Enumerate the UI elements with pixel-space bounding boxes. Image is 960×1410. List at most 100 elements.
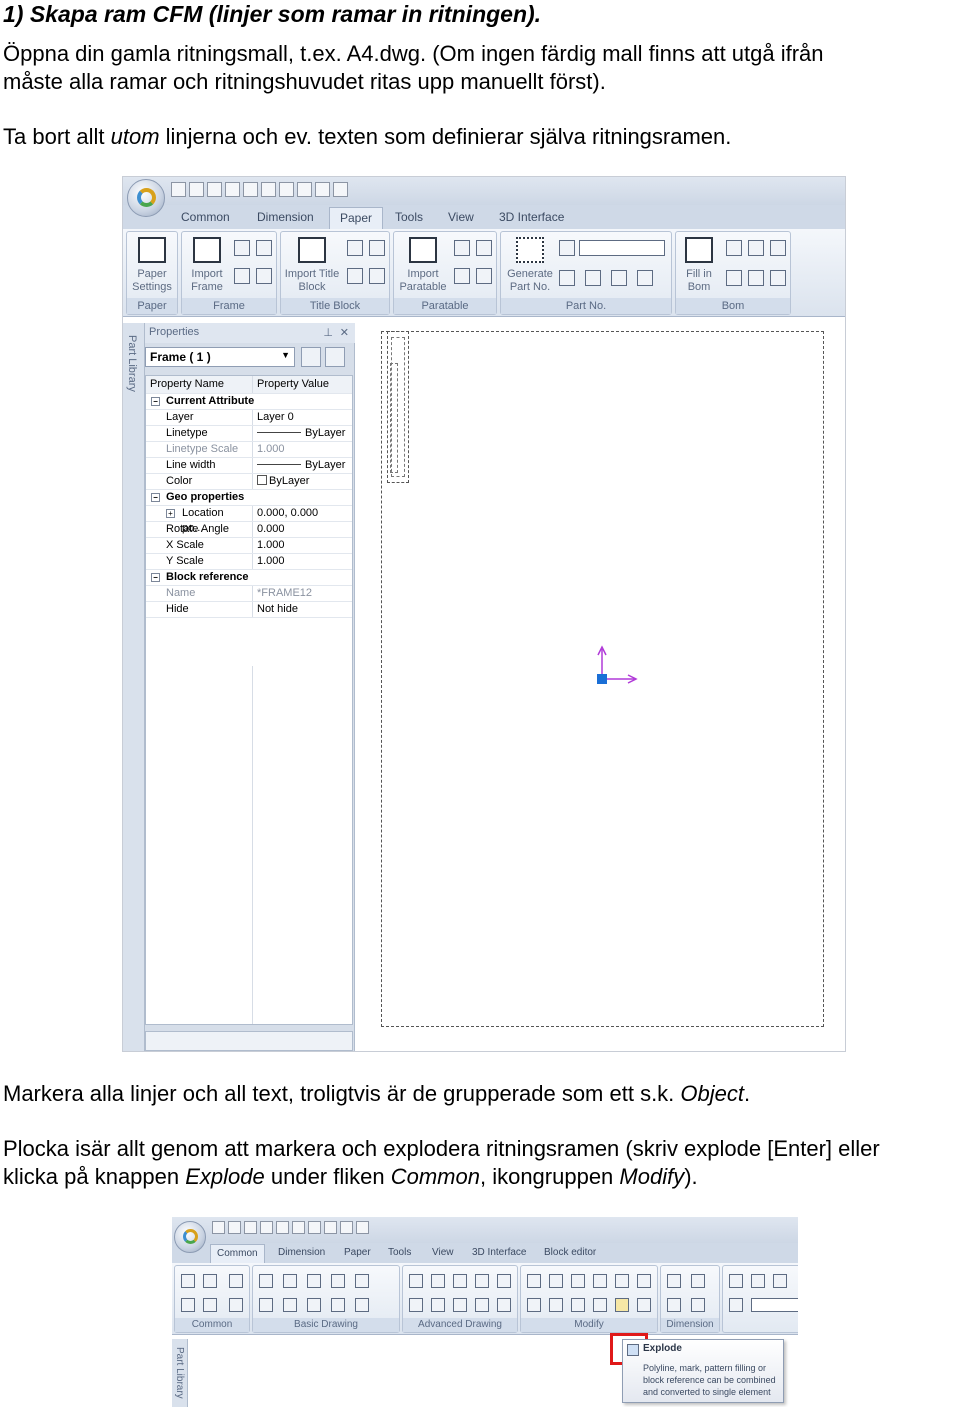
ellipse-icon[interactable] [453,1274,467,1288]
text-icon[interactable] [259,1298,273,1312]
copy-icon[interactable] [181,1274,195,1288]
collapse-icon[interactable]: − [151,397,160,406]
rectangle-icon[interactable] [355,1274,369,1288]
property-row[interactable]: Linetype Scale 1.000 [146,442,352,458]
offset-icon[interactable] [615,1274,629,1288]
property-row[interactable]: + Location po... 0.000, 0.000 [146,506,352,534]
circle-icon[interactable] [307,1274,321,1288]
point-icon[interactable] [355,1298,369,1312]
collapse-icon[interactable]: − [151,493,160,502]
zoom-icon[interactable] [181,1298,195,1312]
new-from-template-icon[interactable] [189,182,204,197]
bom-icon-4[interactable] [726,270,742,286]
save-icon[interactable] [243,182,258,197]
print-icon[interactable] [308,1221,321,1234]
frame-pencil-icon[interactable] [234,268,250,284]
dimension-style-icon[interactable] [691,1274,705,1288]
new-icon[interactable] [212,1221,225,1234]
open-icon[interactable] [225,182,240,197]
line-icon[interactable] [259,1274,273,1288]
part-library-sidebar[interactable]: Part Library [123,323,145,1051]
hatch-icon[interactable] [307,1298,321,1312]
open-icon[interactable] [260,1221,273,1234]
title-block-fill-icon[interactable] [347,268,363,284]
tangent-icon[interactable] [497,1274,511,1288]
generate-part-no-button[interactable]: Generate Part No. [503,235,557,294]
publish-icon[interactable] [292,1221,305,1234]
customize-icon[interactable] [333,182,348,197]
break-line-icon[interactable] [453,1298,467,1312]
section-geo-properties[interactable]: − Geo properties [146,490,352,506]
title-block-text-icon[interactable] [369,240,385,256]
pin-icon[interactable]: ⊥ [323,326,333,339]
bom-icon-1[interactable] [726,240,742,256]
horizontal-scrollbar[interactable] [145,1031,353,1051]
scale-icon[interactable] [593,1298,607,1312]
tab-common[interactable]: Common [210,1244,265,1263]
property-row[interactable]: Rotate Angle 0.000 [146,522,352,538]
erase-icon[interactable] [527,1274,541,1288]
layer-manager-icon[interactable] [729,1274,743,1288]
tab-view[interactable]: View [432,1247,454,1258]
title-block-table-icon[interactable] [369,268,385,284]
part-no-icon-4[interactable] [637,270,653,286]
block-icon[interactable] [331,1298,345,1312]
arrow-icon[interactable] [475,1298,489,1312]
trim-icon[interactable] [527,1298,541,1312]
import-title-block-button[interactable]: Import Title Block [283,235,341,294]
title-block-text-outline[interactable] [390,363,398,473]
tab-3d-interface[interactable]: 3D Interface [499,210,564,224]
pan-icon[interactable] [203,1298,217,1312]
stretch-icon[interactable] [637,1298,651,1312]
expand-icon[interactable]: + [166,509,175,518]
paratable-edit-icon[interactable] [454,240,470,256]
properties-icon[interactable] [229,1298,243,1312]
property-row[interactable]: Y Scale 1.000 [146,554,352,570]
break-icon[interactable] [571,1298,585,1312]
drawing-canvas[interactable] [357,323,845,1051]
property-row[interactable]: Color ByLayer [146,474,352,490]
bom-icon-6[interactable] [770,270,786,286]
match-icon[interactable] [229,1274,243,1288]
tab-block-editor[interactable]: Block editor [544,1247,596,1258]
dimension-edit-icon[interactable] [691,1298,705,1312]
property-row[interactable]: Hide Not hide [146,602,352,618]
import-paratable-button[interactable]: Import Paratable [396,235,450,294]
save-as-icon[interactable] [244,1221,257,1234]
application-button[interactable] [127,179,165,217]
select-objects-icon[interactable] [325,347,345,367]
bom-icon-3[interactable] [770,240,786,256]
sun-icon[interactable] [773,1274,787,1288]
arc-icon[interactable] [331,1274,345,1288]
new-from-template-icon[interactable] [228,1221,241,1234]
frame-edit-icon[interactable] [234,240,250,256]
tab-tools[interactable]: Tools [388,1247,411,1258]
spline-icon[interactable] [409,1274,423,1288]
linear-dimension-icon[interactable] [667,1274,681,1288]
paper-settings-button[interactable]: Paper Settings [129,235,175,294]
part-library-sidebar[interactable]: Part Library [172,1339,188,1407]
parallel-line-icon[interactable] [283,1274,297,1288]
property-row[interactable]: X Scale 1.000 [146,538,352,554]
property-row[interactable]: Linetype ByLayer [146,426,352,442]
redo-icon[interactable] [315,182,330,197]
redo-icon[interactable] [340,1221,353,1234]
close-icon[interactable]: ✕ [340,326,349,339]
part-no-icon-3[interactable] [611,270,627,286]
property-row[interactable]: Line width ByLayer [146,458,352,474]
undo-icon[interactable] [324,1221,337,1234]
rotate-icon[interactable] [571,1274,585,1288]
collapse-icon[interactable]: − [151,573,160,582]
paratable-table-icon[interactable] [476,268,492,284]
undo-icon[interactable] [297,182,312,197]
section-current-attribute[interactable]: − Current Attribute [146,394,352,410]
linetype-dropdown[interactable] [751,1298,798,1312]
centerline-icon[interactable] [283,1298,297,1312]
property-row[interactable]: Name *FRAME12 [146,586,352,602]
customize-icon[interactable] [356,1221,369,1234]
part-no-style-dropdown[interactable] [579,240,665,256]
mirror-icon[interactable] [593,1274,607,1288]
paratable-text-icon[interactable] [476,240,492,256]
property-row[interactable]: Layer Layer 0 [146,410,352,426]
line-weight-icon[interactable] [729,1298,743,1312]
